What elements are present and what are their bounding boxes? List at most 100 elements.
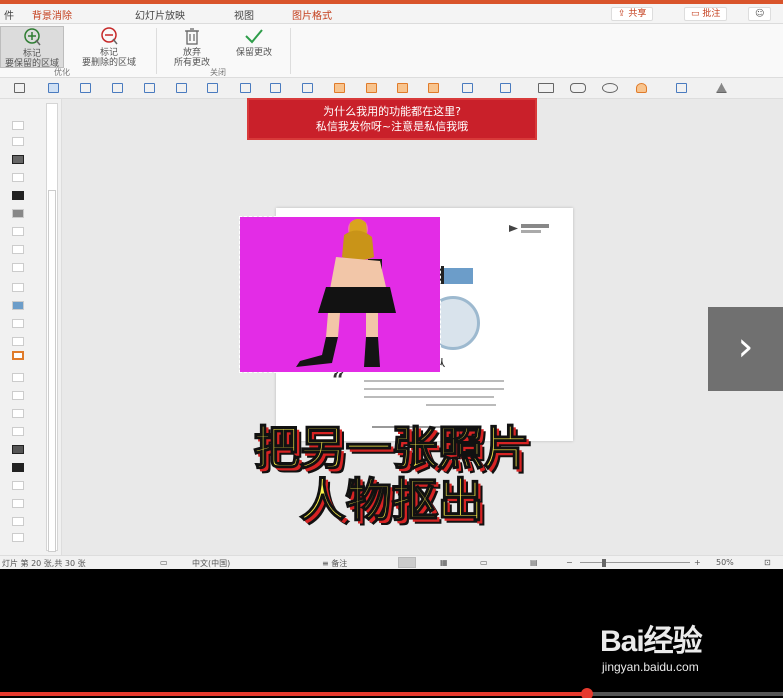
zoom-slider[interactable] <box>580 562 690 563</box>
remove-mark-icon <box>101 27 118 45</box>
rounded-rectangle-icon[interactable] <box>570 83 586 93</box>
discard-all-button[interactable]: 放弃 所有更改 <box>164 26 220 68</box>
send-backward-icon[interactable] <box>366 83 377 93</box>
slide-thumbnail[interactable] <box>12 337 24 346</box>
mark-keep-button[interactable]: 标记 要保留的区域 <box>0 26 64 69</box>
caption-line-2: 人物抠出 <box>299 473 485 527</box>
notes-button[interactable]: ≡ 备注 <box>322 558 347 569</box>
slide-thumbnail[interactable] <box>12 245 24 254</box>
slide-thumbnail[interactable] <box>12 301 24 310</box>
selected-picture[interactable] <box>239 216 441 373</box>
align-left-icon[interactable] <box>80 83 91 93</box>
fill-color-icon[interactable] <box>636 83 647 93</box>
share-button[interactable]: ⇪ 共享 <box>611 7 654 21</box>
baidu-watermark: Bai经验 jingyan.baidu.com <box>600 612 750 682</box>
figure-silhouette <box>296 219 396 367</box>
trash-icon <box>185 28 199 45</box>
logo-text-line <box>521 230 541 233</box>
bring-to-front-icon[interactable] <box>397 83 408 93</box>
distribute-vertical-icon[interactable] <box>240 83 251 93</box>
group-icon[interactable] <box>270 83 281 93</box>
slide-thumbnail[interactable] <box>12 283 24 292</box>
ribbon-separator <box>290 28 291 74</box>
zoom-level[interactable]: 50% <box>716 558 734 567</box>
blue-photo-block <box>444 268 473 284</box>
mark-remove-button[interactable]: 标记 要删除的区域 <box>70 26 148 68</box>
slide-thumbnail[interactable] <box>12 409 24 418</box>
text-box-icon[interactable] <box>676 83 687 93</box>
send-to-back-icon[interactable] <box>428 83 439 93</box>
slideshow-icon[interactable]: ▤ <box>530 558 538 567</box>
slide-thumbnail[interactable] <box>12 209 24 218</box>
slide-thumbnail[interactable] <box>12 191 24 200</box>
slide-thumbnail[interactable] <box>12 263 24 272</box>
drawing-toolbar <box>0 78 783 99</box>
slide-thumbnail[interactable] <box>12 319 24 328</box>
chevron-right-icon: › <box>737 324 754 370</box>
bring-forward-icon[interactable] <box>334 83 345 93</box>
tab-picture-format[interactable]: 图片格式 <box>292 7 332 22</box>
promo-banner: 为什么我用的功能都在这里? 私信我发你呀~注意是私信我哦 <box>247 98 537 140</box>
slide-sorter-icon[interactable]: ▦ <box>440 558 448 567</box>
normal-view-button[interactable] <box>398 557 416 568</box>
progress-fill <box>0 692 587 696</box>
ungroup-icon[interactable] <box>302 83 313 93</box>
selected-tool-icon[interactable] <box>48 83 59 93</box>
slide-thumbnail[interactable] <box>12 391 24 400</box>
group-close-label: 关闭 <box>210 68 226 77</box>
slide-thumbnail[interactable] <box>12 227 24 236</box>
slide-thumbnail[interactable] <box>12 373 24 382</box>
zoom-in-icon[interactable]: + <box>694 558 701 567</box>
zoom-out-icon[interactable]: − <box>566 558 573 567</box>
logo-text-line <box>521 224 549 228</box>
slide-thumbnail[interactable] <box>12 137 24 146</box>
quote-text-line <box>364 396 494 398</box>
rotate-icon[interactable] <box>14 83 25 93</box>
tab-view[interactable]: 视图 <box>234 7 254 22</box>
slide-counter: 灯片 第 20 张,共 30 张 <box>2 559 86 568</box>
slide-thumbnail[interactable] <box>12 173 24 182</box>
add-mark-icon <box>24 28 41 46</box>
language-status[interactable]: 中文(中国) <box>192 558 230 569</box>
reading-view-icon[interactable]: ▭ <box>480 558 488 567</box>
tab-file[interactable]: 件 <box>4 7 14 22</box>
video-progress-bar[interactable] <box>0 688 783 698</box>
banner-line-1: 为什么我用的功能都在这里? <box>323 105 461 118</box>
slide-thumbnail[interactable] <box>12 533 24 542</box>
group-optimize-label: 优化 <box>54 68 70 77</box>
shape-fill-icon[interactable] <box>500 83 511 93</box>
distribute-icon[interactable] <box>207 83 218 93</box>
share-icon: ⇪ <box>618 9 629 19</box>
tab-slideshow[interactable]: 幻灯片放映 <box>135 7 185 22</box>
quote-text-line <box>364 388 504 390</box>
notes-icon: ≡ <box>322 559 332 568</box>
quote-mark: “ <box>332 368 345 394</box>
slide-thumbnail-selected[interactable] <box>12 351 24 360</box>
crop-icon[interactable] <box>462 83 473 93</box>
smiley-icon[interactable]: ☺ <box>748 7 772 21</box>
accessibility-icon[interactable]: ▭ <box>160 558 168 567</box>
keep-changes-button[interactable]: 保留更改 <box>224 26 284 68</box>
align-center-icon[interactable] <box>112 83 123 93</box>
triangle-icon[interactable] <box>716 83 727 93</box>
ribbon-separator <box>156 28 157 74</box>
align-bottom-icon[interactable] <box>144 83 155 93</box>
ribbon-tab-bar: 件 背景消除 幻灯片放映 视图 图片格式 ⇪ 共享 ▭ 批注 ☺ <box>0 4 783 26</box>
quote-text-line <box>426 404 496 406</box>
zoom-slider-handle[interactable] <box>602 559 606 567</box>
fit-window-icon[interactable]: ⊡ <box>764 558 771 567</box>
align-top-icon[interactable] <box>176 83 187 93</box>
ribbon: 标记 要保留的区域 标记 要删除的区域 优化 放弃 所有更改 保留更改 关闭 <box>0 24 783 78</box>
next-arrow-button[interactable]: › <box>708 307 783 391</box>
video-caption: 把另一张照片 人物抠出 <box>0 421 783 527</box>
oval-icon[interactable] <box>602 83 618 93</box>
slide-thumbnail[interactable] <box>12 155 24 164</box>
watermark-url: jingyan.baidu.com <box>602 660 699 674</box>
quote-text-line <box>364 380 504 382</box>
slide-thumbnail[interactable] <box>12 121 24 130</box>
rectangle-icon[interactable] <box>538 83 554 93</box>
watermark-brand: Bai经验 <box>600 625 703 658</box>
comment-icon: ▭ <box>691 9 703 19</box>
progress-handle[interactable] <box>581 688 593 698</box>
comment-button[interactable]: ▭ 批注 <box>684 7 728 21</box>
